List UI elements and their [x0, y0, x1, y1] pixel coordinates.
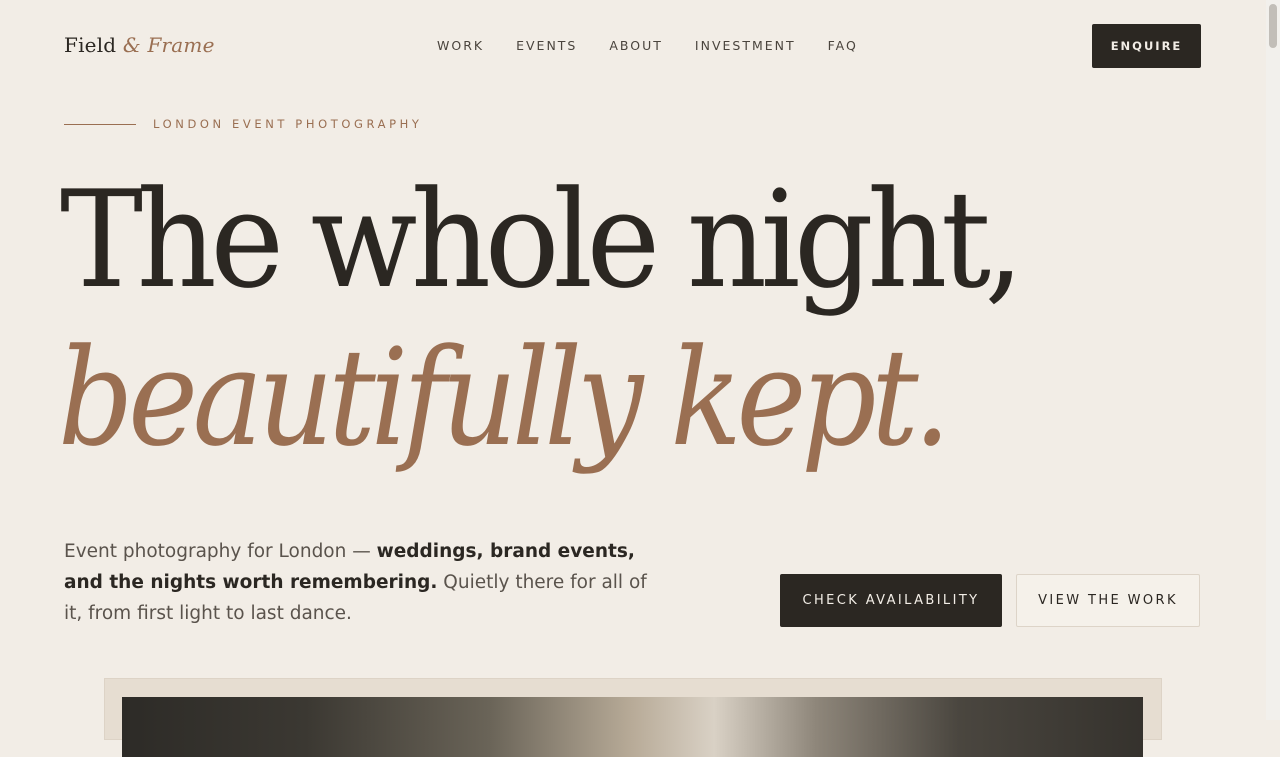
check-availability-button[interactable]: CHECK AVAILABILITY — [780, 574, 1002, 627]
brand-logo[interactable]: Field & Frame — [64, 33, 215, 57]
headline-line-2: beautifully kept. — [58, 320, 951, 476]
enquire-button[interactable]: ENQUIRE — [1092, 24, 1201, 68]
nav-investment-link[interactable]: INVESTMENT — [695, 38, 796, 53]
nav-faq-link[interactable]: FAQ — [828, 38, 858, 53]
eyebrow-text: LONDON EVENT PHOTOGRAPHY — [153, 117, 423, 131]
page-scrollbar[interactable] — [1266, 0, 1280, 720]
hero-intro: Event photography for London — weddings,… — [64, 536, 664, 629]
hero-photo — [122, 697, 1143, 757]
view-work-button[interactable]: VIEW THE WORK — [1016, 574, 1200, 627]
scrollbar-thumb[interactable] — [1269, 4, 1277, 48]
nav-events-link[interactable]: EVENTS — [516, 38, 577, 53]
logo-frame: Frame — [147, 33, 215, 57]
logo-ampersand: & — [122, 33, 141, 57]
main-menu: WORK EVENTS ABOUT INVESTMENT FAQ — [437, 38, 890, 53]
top-nav: Field & Frame WORK EVENTS ABOUT INVESTME… — [0, 0, 1266, 92]
headline-line-1: The whole night, — [60, 162, 1024, 318]
nav-work-link[interactable]: WORK — [437, 38, 484, 53]
nav-about-link[interactable]: ABOUT — [609, 38, 663, 53]
logo-field: Field — [64, 33, 117, 57]
hero-eyebrow: LONDON EVENT PHOTOGRAPHY — [64, 117, 423, 131]
intro-lead: Event photography for London — — [64, 541, 377, 562]
hero-photo-frame — [104, 678, 1162, 757]
eyebrow-rule — [64, 123, 136, 125]
